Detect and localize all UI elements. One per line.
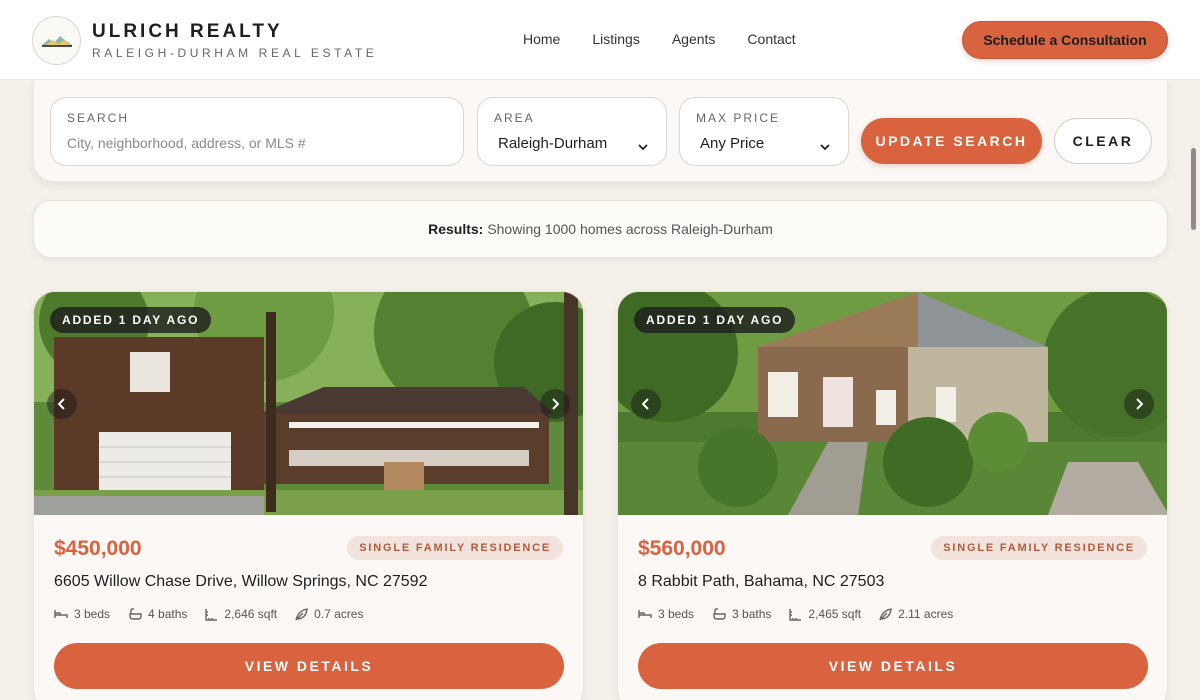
leaf-icon	[879, 607, 892, 620]
nav-agents-link[interactable]: Agents	[672, 31, 716, 47]
bed-icon	[638, 610, 652, 618]
search-field-label: SEARCH	[67, 111, 130, 125]
spec-sqft-value: 2,465 sqft	[808, 607, 862, 621]
listing-card[interactable]: ADDED 1 DAY AGO $450,000 SINGLE FAMILY R…	[33, 291, 584, 700]
schedule-consultation-button[interactable]: Schedule a Consultation	[962, 21, 1168, 59]
spec-sqft: 2,646 sqft	[205, 607, 277, 621]
spec-baths: 3 baths	[712, 607, 771, 621]
spec-acres-value: 2.11 acres	[898, 607, 954, 621]
page-scrollbar[interactable]	[1191, 148, 1196, 230]
bed-icon	[54, 610, 68, 618]
listing-address[interactable]: 6605 Willow Chase Drive, Willow Springs,…	[54, 573, 427, 591]
view-details-button[interactable]: VIEW DETAILS	[638, 643, 1148, 689]
listing-specs: 3 beds 3 baths 2,465 sqft 2.11 acres	[638, 607, 953, 621]
nav-contact-link[interactable]: Contact	[747, 31, 795, 47]
property-type-badge: SINGLE FAMILY RESIDENCE	[347, 536, 563, 560]
site-header: ULRICH REALTY RALEIGH-DURHAM REAL ESTATE…	[0, 0, 1200, 80]
clear-button[interactable]: CLEAR	[1054, 118, 1152, 164]
area-label: AREA	[494, 111, 535, 125]
search-field[interactable]: SEARCH	[50, 97, 464, 166]
main-nav: Home Listings Agents Contact	[523, 31, 796, 47]
added-badge: ADDED 1 DAY AGO	[50, 307, 212, 333]
prev-photo-button[interactable]	[47, 389, 77, 419]
chevron-right-icon	[1136, 398, 1143, 410]
house-logo-icon[interactable]	[32, 16, 81, 65]
spec-baths: 4 baths	[128, 607, 187, 621]
chevron-down-icon	[820, 138, 830, 156]
spec-beds: 3 beds	[638, 607, 694, 621]
nav-listings-link[interactable]: Listings	[592, 31, 639, 47]
chevron-right-icon	[552, 398, 559, 410]
results-summary: Results: Showing 1000 homes across Ralei…	[33, 200, 1168, 258]
listing-photo[interactable]: ADDED 1 DAY AGO	[34, 292, 583, 515]
spec-beds-value: 3 beds	[74, 607, 111, 621]
results-text: Showing 1000 homes across Raleigh-Durham	[487, 221, 773, 237]
max-price-select[interactable]: MAX PRICE Any Price	[679, 97, 849, 166]
listing-address[interactable]: 8 Rabbit Path, Bahama, NC 27503	[638, 573, 884, 591]
spec-baths-value: 4 baths	[148, 607, 188, 621]
property-type-badge: SINGLE FAMILY RESIDENCE	[931, 536, 1147, 560]
next-photo-button[interactable]	[540, 389, 570, 419]
listing-specs: 3 beds 4 baths 2,646 sqft 0.7 acres	[54, 607, 363, 621]
view-details-button[interactable]: VIEW DETAILS	[54, 643, 564, 689]
area-value: Raleigh-Durham	[498, 135, 608, 152]
added-badge: ADDED 1 DAY AGO	[634, 307, 796, 333]
spec-acres: 0.7 acres	[295, 607, 363, 621]
next-photo-button[interactable]	[1124, 389, 1154, 419]
ruler-icon	[789, 608, 802, 621]
chevron-down-icon	[638, 138, 648, 156]
prev-photo-button[interactable]	[631, 389, 661, 419]
chevron-left-icon	[58, 398, 65, 410]
search-input[interactable]	[67, 135, 447, 151]
nav-home-link[interactable]: Home	[523, 31, 560, 47]
spec-acres-value: 0.7 acres	[314, 607, 364, 621]
area-select[interactable]: AREA Raleigh-Durham	[477, 97, 667, 166]
spec-acres: 2.11 acres	[879, 607, 953, 621]
chevron-left-icon	[642, 398, 649, 410]
max-price-value: Any Price	[700, 135, 765, 152]
update-search-button[interactable]: UPDATE SEARCH	[861, 118, 1042, 164]
brand-tagline: RALEIGH-DURHAM REAL ESTATE	[92, 46, 378, 60]
spec-sqft: 2,465 sqft	[789, 607, 861, 621]
listing-price: $450,000	[54, 537, 142, 560]
results-prefix: Results:	[428, 221, 484, 237]
brand-name[interactable]: ULRICH REALTY	[92, 21, 283, 43]
spec-beds: 3 beds	[54, 607, 110, 621]
spec-beds-value: 3 beds	[658, 607, 695, 621]
spec-sqft-value: 2,646 sqft	[224, 607, 278, 621]
listing-price: $560,000	[638, 537, 726, 560]
max-price-label: MAX PRICE	[696, 111, 781, 125]
leaf-icon	[295, 607, 308, 620]
ruler-icon	[205, 608, 218, 621]
search-panel: SEARCH AREA Raleigh-Durham MAX PRICE Any…	[33, 80, 1168, 182]
listing-photo[interactable]: ADDED 1 DAY AGO	[618, 292, 1167, 515]
spec-baths-value: 3 baths	[732, 607, 772, 621]
bath-icon	[713, 608, 726, 620]
bath-icon	[129, 608, 142, 620]
listing-card[interactable]: ADDED 1 DAY AGO $560,000 SINGLE FAMILY R…	[617, 291, 1168, 700]
